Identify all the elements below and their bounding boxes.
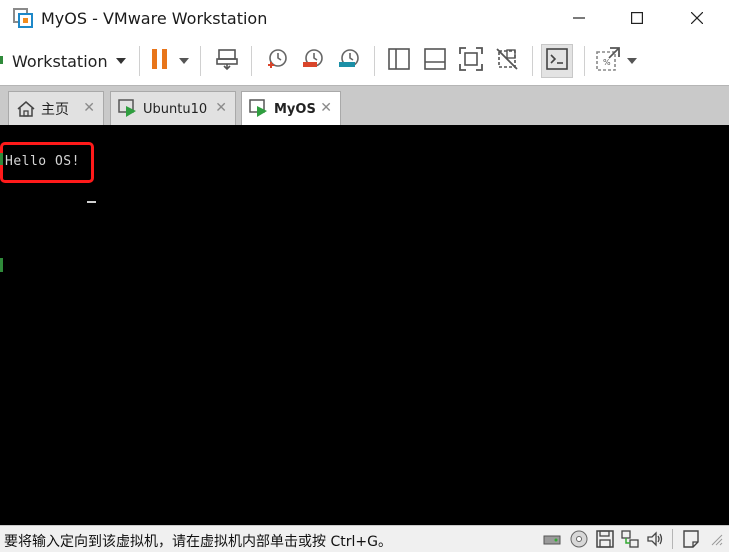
snapshot-revert-icon [301, 47, 325, 75]
workstation-menu[interactable]: Workstation [12, 46, 126, 76]
console-view-button[interactable] [541, 44, 573, 78]
network-keyboard-icon [215, 47, 239, 75]
terminal-icon [546, 48, 568, 74]
snapshot-take-button[interactable] [261, 44, 293, 78]
highlight-annotation-box [0, 142, 94, 183]
close-icon [690, 9, 704, 28]
home-icon [16, 99, 36, 119]
statusbar-divider [672, 529, 673, 549]
tab-label: Ubuntu10 [143, 101, 208, 117]
hard-disk-icon[interactable] [541, 528, 563, 550]
snapshot-manager-icon [337, 47, 361, 75]
vm-play-icon [249, 99, 269, 119]
minimize-button[interactable] [556, 0, 602, 36]
status-message: 要将输入定向到该虚拟机，请在虚拟机内部单击或按 Ctrl+G。 [4, 534, 392, 550]
tab-ubuntu10[interactable]: Ubuntu10 ✕ [110, 91, 236, 126]
chevron-down-icon [115, 58, 126, 64]
tab-home[interactable]: 主页 ✕ [8, 91, 104, 126]
cd-dvd-icon[interactable] [568, 528, 590, 550]
close-tab-icon[interactable]: ✕ [215, 100, 227, 116]
resize-grip-icon[interactable] [706, 528, 726, 550]
close-tab-icon[interactable]: ✕ [83, 100, 95, 116]
message-log-icon[interactable] [680, 528, 702, 550]
toolbar-divider [584, 46, 585, 76]
window-title: MyOS - VMware Workstation [41, 9, 268, 28]
toolbar-divider [374, 46, 375, 76]
show-library-button[interactable] [383, 44, 415, 78]
floppy-icon[interactable] [594, 528, 616, 550]
tab-strip: 主页 ✕ Ubuntu10 ✕ MyOS ✕ [0, 85, 729, 126]
workstation-menu-label: Workstation [12, 51, 108, 71]
bottom-panel-icon [424, 48, 446, 74]
show-thumbnail-bar-button[interactable] [419, 44, 451, 78]
unity-icon [495, 47, 519, 75]
full-screen-button[interactable] [455, 44, 487, 78]
pause-dropdown-chevron-icon[interactable] [179, 58, 189, 64]
clock-snapshot-icon [265, 47, 289, 75]
toolbar-divider [251, 46, 252, 76]
vm-play-icon [118, 99, 138, 119]
pause-icon [151, 48, 169, 74]
tab-myos[interactable]: MyOS ✕ [241, 91, 341, 126]
status-bar: 要将输入定向到该虚拟机，请在虚拟机内部单击或按 Ctrl+G。 [0, 525, 729, 552]
snapshot-revert-button[interactable] [297, 44, 329, 78]
toolbar-divider [532, 46, 533, 76]
maximize-button[interactable] [614, 0, 660, 36]
console-cursor [87, 201, 96, 203]
network-adapter-icon[interactable] [619, 528, 641, 550]
close-button[interactable] [674, 0, 720, 36]
maximize-icon [631, 9, 644, 28]
vm-console[interactable]: Hello OS! [0, 125, 729, 525]
snapshot-manager-button[interactable] [333, 44, 365, 78]
unity-button[interactable] [491, 44, 523, 78]
sidebar-panel-icon [388, 48, 410, 74]
edge-marker [0, 258, 3, 272]
tab-label: MyOS [274, 101, 316, 117]
stretch-guest-button[interactable]: % [592, 44, 624, 78]
title-bar: MyOS - VMware Workstation [0, 0, 729, 38]
stretch-dropdown-chevron-icon[interactable] [627, 58, 637, 64]
minimize-icon [573, 9, 585, 28]
edge-marker [0, 56, 3, 64]
toolbar-divider [200, 46, 201, 76]
send-ctrl-alt-del-button[interactable] [211, 44, 243, 78]
edge-marker [0, 153, 3, 165]
vmware-icon [12, 7, 34, 29]
svg-text:%: % [603, 58, 611, 67]
close-tab-icon[interactable]: ✕ [320, 100, 332, 116]
pause-vm-button[interactable] [144, 44, 176, 78]
tab-label: 主页 [41, 102, 69, 118]
fullscreen-icon [459, 47, 483, 75]
toolbar: Workstation % [0, 38, 729, 85]
toolbar-divider [139, 46, 140, 76]
stretch-icon: % [596, 47, 620, 75]
sound-card-icon[interactable] [644, 528, 666, 550]
